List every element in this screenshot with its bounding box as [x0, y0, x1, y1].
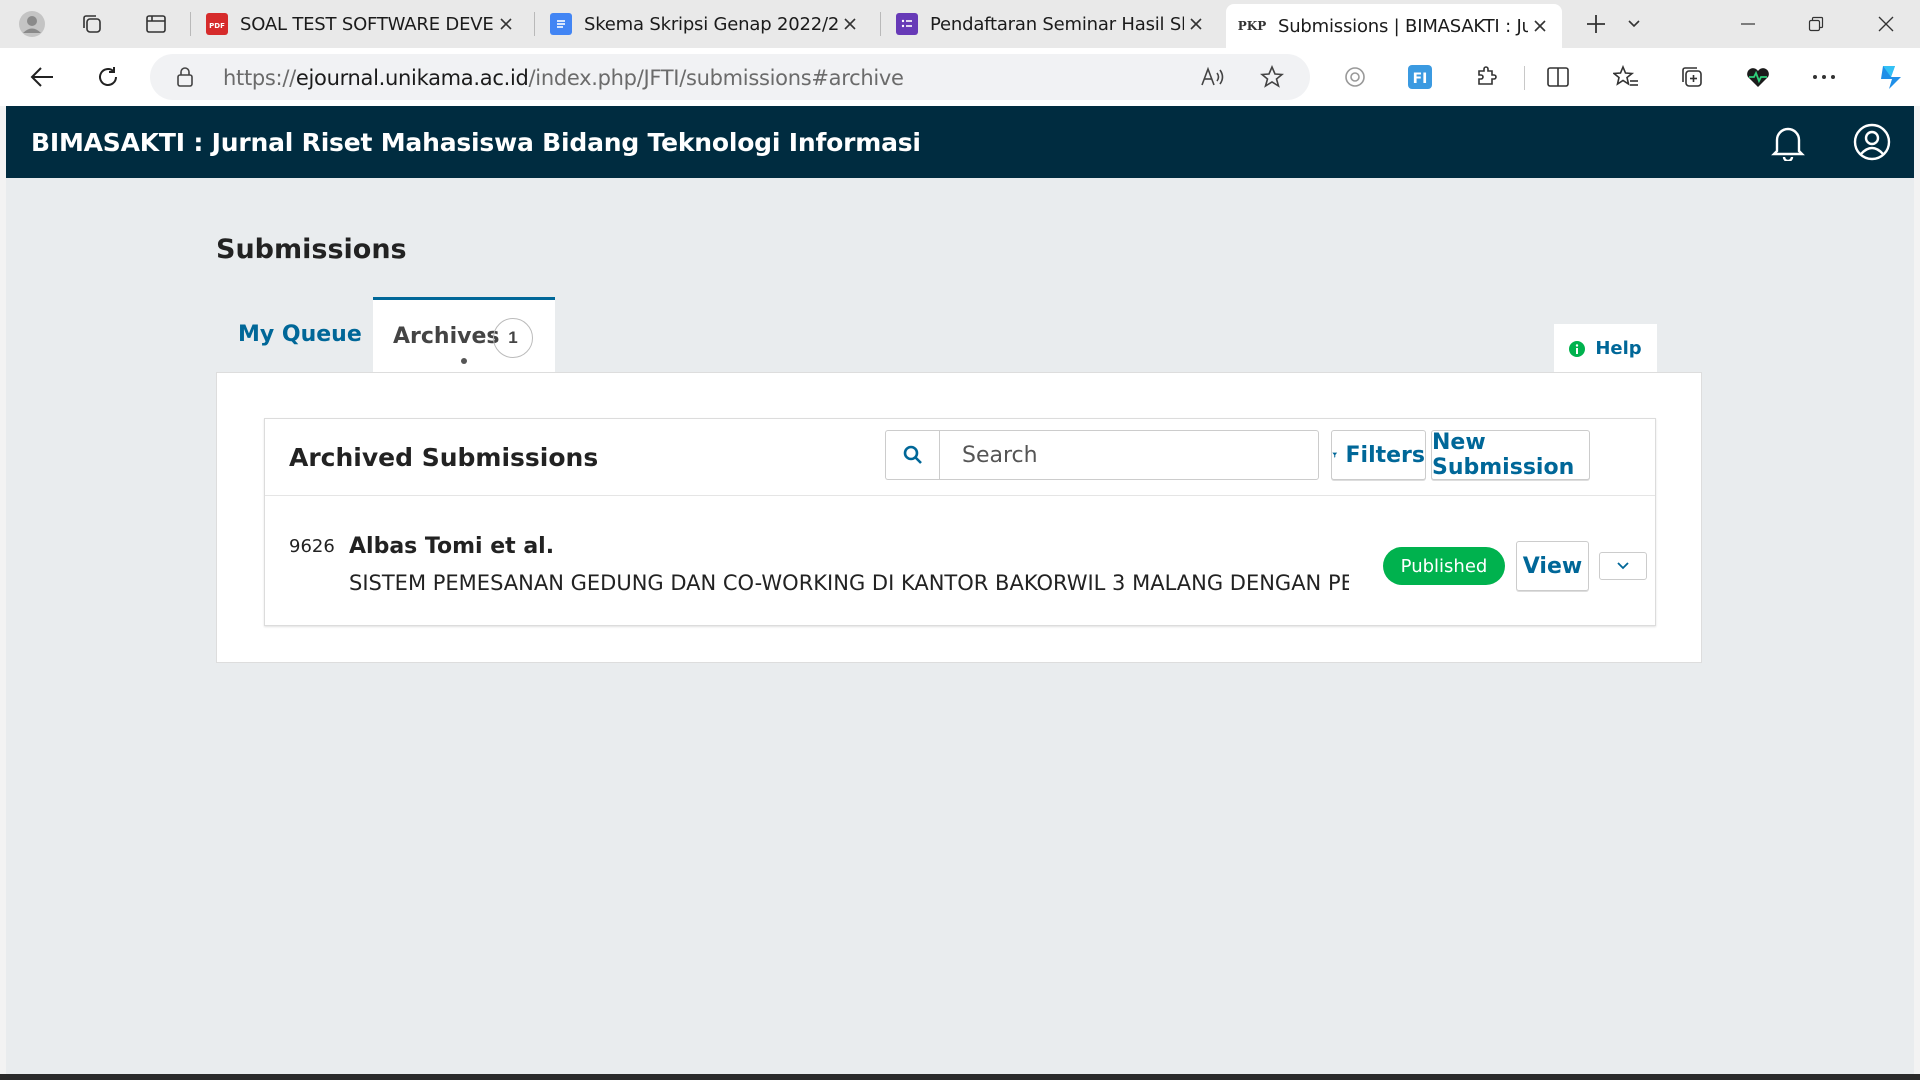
split-screen-icon[interactable]: [1538, 57, 1578, 97]
tab-actions-icon[interactable]: [136, 6, 176, 42]
new-tab-icon[interactable]: [1576, 6, 1616, 42]
help-button[interactable]: Help: [1554, 324, 1657, 373]
google-forms-icon: [896, 13, 918, 35]
tab-archives-label: Archives: [393, 324, 500, 349]
extensions-puzzle-icon[interactable]: [1467, 57, 1507, 97]
url-prefix: https://: [223, 66, 296, 90]
list-header: Archived Submissions Filters New Submiss…: [265, 419, 1655, 496]
app-header: BIMASAKTI : Jurnal Riset Mahasiswa Bidan…: [6, 106, 1914, 178]
bottom-edge: [0, 1074, 1920, 1080]
read-aloud-icon[interactable]: [1200, 65, 1226, 94]
search-input[interactable]: [939, 430, 1319, 480]
refresh-icon[interactable]: [88, 57, 128, 97]
tab-my-queue[interactable]: My Queue: [238, 322, 362, 347]
browser-essentials-icon[interactable]: [1738, 57, 1778, 97]
archives-panel: Archived Submissions Filters New Submiss…: [216, 372, 1702, 663]
list-title: Archived Submissions: [289, 443, 599, 472]
journal-title[interactable]: BIMASAKTI : Jurnal Riset Mahasiswa Bidan…: [31, 128, 921, 157]
favorite-star-icon[interactable]: [1259, 64, 1285, 94]
favorites-icon[interactable]: [1606, 57, 1646, 97]
google-docs-icon: [550, 13, 572, 35]
info-icon: [1569, 340, 1586, 357]
browser-tab-active[interactable]: PKP Submissions | BIMASAKTI : Jurn: [1226, 4, 1562, 48]
close-icon[interactable]: [1528, 14, 1552, 38]
browser-tab[interactable]: PDF SOAL TEST SOFTWARE DEVELO: [194, 6, 528, 42]
submission-row: 9626 Albas Tomi et al. SISTEM PEMESANAN …: [265, 497, 1655, 627]
profile-icon[interactable]: [12, 6, 52, 42]
submission-author: Albas Tomi et al.: [349, 534, 555, 559]
url-text: https://ejournal.unikama.ac.id/index.php…: [223, 66, 904, 90]
close-icon[interactable]: [494, 12, 518, 36]
svg-text:FI: FI: [1413, 71, 1428, 87]
chevron-down-icon: [1617, 562, 1629, 570]
archives-count-badge: 1: [493, 318, 533, 358]
collections-icon[interactable]: [1672, 57, 1712, 97]
pdf-icon: PDF: [206, 13, 228, 35]
lock-icon[interactable]: [176, 66, 194, 93]
copilot-icon[interactable]: [1870, 57, 1910, 97]
tab-list-chevron-icon[interactable]: [1614, 6, 1654, 42]
submission-id: 9626: [289, 536, 335, 557]
url-path: /index.php/JFTI/submissions#archive: [528, 66, 904, 90]
tab-title: SOAL TEST SOFTWARE DEVELO: [240, 13, 494, 35]
filters-label: Filters: [1345, 442, 1426, 468]
workspaces-icon[interactable]: [72, 6, 112, 42]
submission-title: SISTEM PEMESANAN GEDUNG DAN CO-WORKING D…: [349, 571, 1349, 595]
close-icon[interactable]: [838, 12, 862, 36]
browser-toolbar: https://ejournal.unikama.ac.id/index.php…: [0, 48, 1920, 106]
browser-tab[interactable]: Pendaftaran Seminar Hasil Skrip: [884, 6, 1218, 42]
browser-tab[interactable]: Skema Skripsi Genap 2022/202: [538, 6, 872, 42]
more-options-icon[interactable]: [1804, 57, 1844, 97]
extension-icon[interactable]: [1335, 57, 1375, 97]
search-icon: [903, 445, 922, 464]
tab-title: Skema Skripsi Genap 2022/202: [584, 13, 838, 35]
view-button[interactable]: View: [1516, 541, 1589, 591]
browser-tab-bar: PDF SOAL TEST SOFTWARE DEVELO Skema Skri…: [0, 0, 1920, 48]
close-icon[interactable]: [1184, 12, 1208, 36]
help-label: Help: [1595, 338, 1642, 359]
user-account-icon[interactable]: [1850, 120, 1894, 164]
svg-text:PDF: PDF: [209, 22, 225, 30]
expand-row-button[interactable]: [1599, 552, 1647, 580]
window-close-icon[interactable]: [1866, 6, 1906, 42]
address-bar[interactable]: https://ejournal.unikama.ac.id/index.php…: [150, 54, 1310, 100]
active-tab-indicator: [461, 358, 467, 364]
notifications-bell-icon[interactable]: [1766, 120, 1810, 164]
tab-title: Submissions | BIMASAKTI : Jurn: [1278, 15, 1528, 37]
url-host: ejournal.unikama.ac.id: [295, 66, 529, 90]
filters-button[interactable]: Filters: [1331, 430, 1426, 480]
restore-icon[interactable]: [1796, 6, 1836, 42]
search-button[interactable]: [885, 430, 939, 480]
filter-icon: [1332, 452, 1338, 458]
pkp-icon: PKP: [1237, 19, 1267, 33]
page-title: Submissions: [216, 234, 407, 265]
new-submission-button[interactable]: New Submission: [1431, 430, 1590, 480]
submissions-list: Archived Submissions Filters New Submiss…: [264, 418, 1656, 626]
new-submission-label: New Submission: [1432, 430, 1575, 480]
back-icon[interactable]: [22, 57, 62, 97]
app-page: BIMASAKTI : Jurnal Riset Mahasiswa Bidan…: [6, 106, 1914, 1074]
tab-title: Pendaftaran Seminar Hasil Skrip: [930, 13, 1184, 35]
minimize-icon[interactable]: [1728, 6, 1768, 42]
fi-extension-icon[interactable]: FI: [1400, 57, 1440, 97]
tab-archives[interactable]: Archives 1: [373, 297, 555, 373]
status-badge: Published: [1383, 547, 1505, 585]
